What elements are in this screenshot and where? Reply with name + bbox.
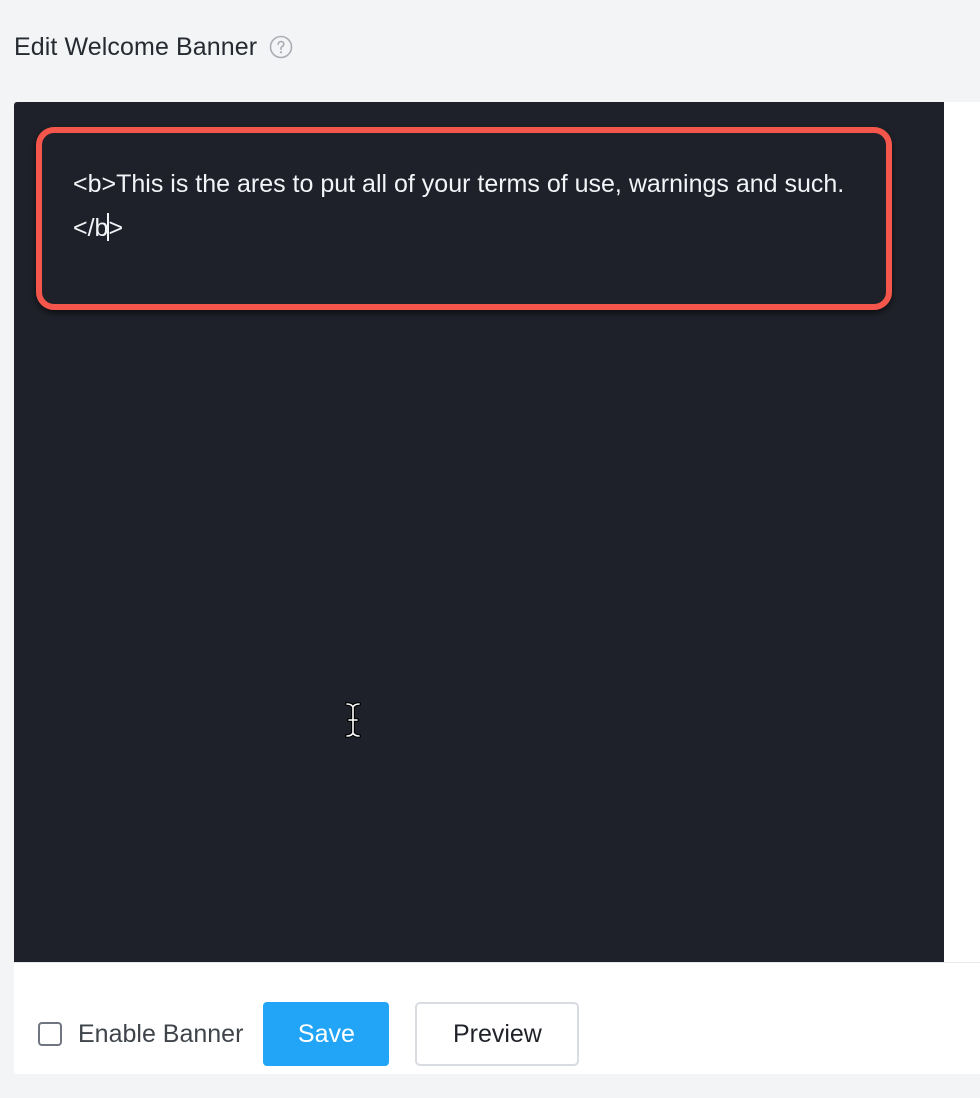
editor-text-before-caret: <b>This is the ares to put all of your t… (73, 170, 845, 242)
banner-footer: Enable Banner Save Preview (14, 1002, 580, 1066)
question-circle-icon[interactable] (269, 35, 293, 59)
code-editor[interactable]: <b>This is the ares to put all of your t… (14, 102, 944, 962)
enable-banner-label[interactable]: Enable Banner (78, 1020, 243, 1049)
preview-button[interactable]: Preview (415, 1002, 580, 1066)
page-header: Edit Welcome Banner (14, 30, 293, 64)
enable-banner-checkbox[interactable] (38, 1022, 62, 1046)
text-ibeam-cursor-icon (345, 702, 361, 738)
page-title: Edit Welcome Banner (14, 32, 258, 61)
save-button[interactable]: Save (263, 1002, 390, 1066)
editor-text[interactable]: <b>This is the ares to put all of your t… (73, 162, 873, 250)
editor-text-after-caret: > (108, 214, 124, 242)
banner-editor-card: <b>This is the ares to put all of your t… (14, 102, 980, 1074)
footer-divider (14, 962, 980, 963)
